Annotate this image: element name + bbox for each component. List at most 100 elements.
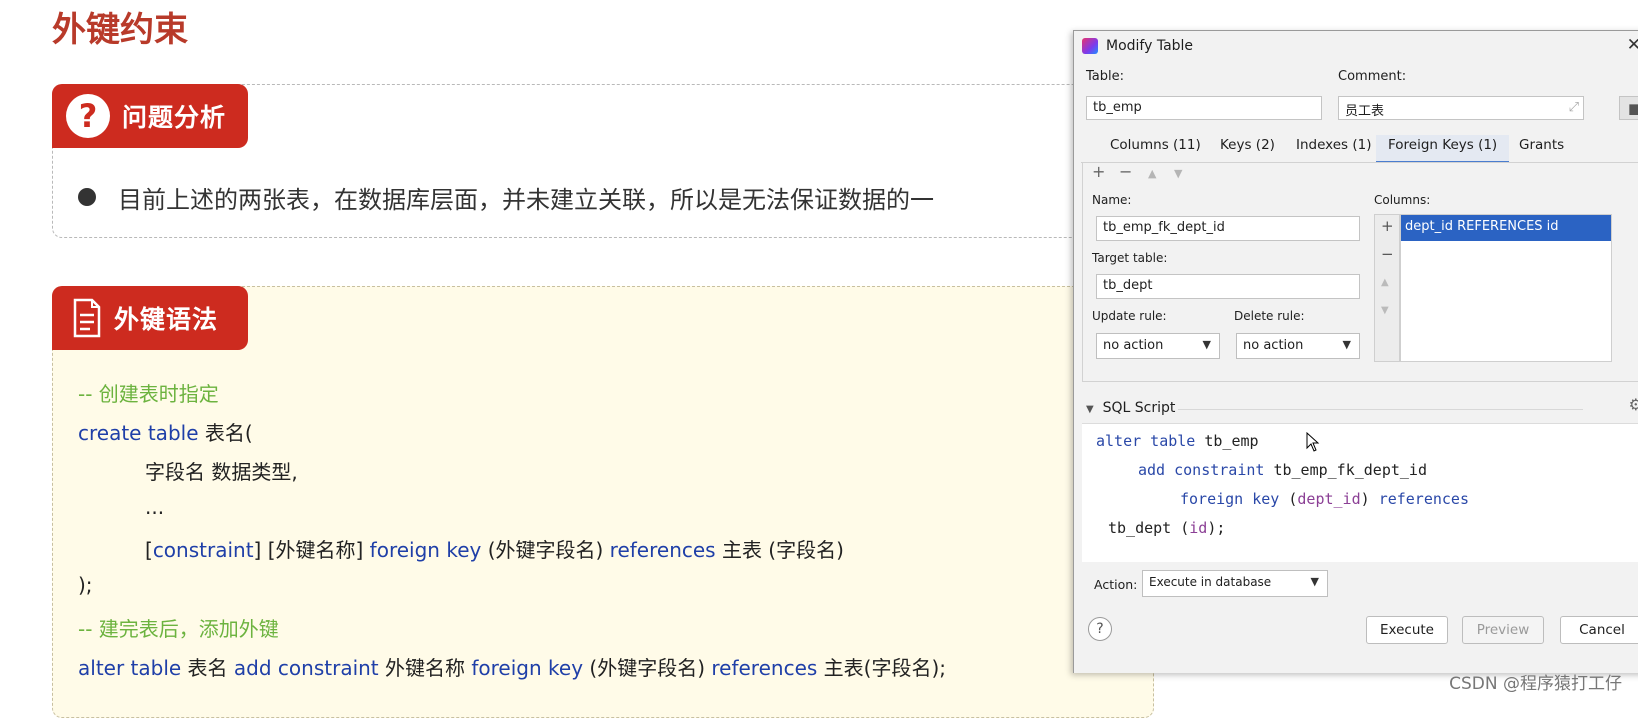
add-column-icon[interactable]: + — [1381, 217, 1394, 235]
code-text: [ — [145, 538, 153, 562]
code-text: ] [外键名称] — [253, 538, 370, 562]
sql-keyword: references — [1378, 490, 1469, 508]
move-down-icon[interactable]: ▼ — [1174, 167, 1182, 180]
sql-editor[interactable]: alter table tb_emp add constraint tb_emp… — [1082, 423, 1638, 562]
sql-keyword: alter table — [1096, 432, 1196, 450]
columns-toolbar: + − ▲ ▼ — [1374, 214, 1400, 362]
page-title: 外键约束 — [52, 10, 188, 50]
question-icon: ? — [66, 94, 110, 138]
code-text: 主表 (字段名) — [715, 538, 844, 562]
sql-keyword: add constraint — [1138, 461, 1265, 479]
sql-script-title: SQL Script — [1102, 400, 1176, 416]
target-table-field[interactable]: tb_dept — [1096, 274, 1360, 299]
code-keyword: references — [609, 538, 716, 562]
code-line-6: alter table 表名 add constraint 外键名称 forei… — [78, 652, 946, 681]
problem-text: 目前上述的两张表，在数据库层面，并未建立关联，所以是无法保证数据的一 — [118, 186, 934, 214]
code-line-1: create table 表名( — [78, 417, 253, 446]
tab-foreign-keys[interactable]: Foreign Keys (1) — [1376, 135, 1510, 164]
code-text: 表名( — [198, 421, 253, 445]
columns-label: Columns: — [1374, 193, 1431, 207]
sql-text: tb_emp_fk_dept_id — [1264, 461, 1427, 479]
move-down-icon[interactable]: ▼ — [1381, 305, 1389, 316]
code-keyword: alter table — [78, 656, 182, 680]
code-keyword: foreign key — [369, 538, 482, 562]
gear-icon[interactable]: ⚙ — [1629, 395, 1638, 414]
fk-name-field[interactable]: tb_emp_fk_dept_id — [1096, 216, 1360, 241]
expand-icon[interactable]: ⤢ — [1569, 100, 1579, 115]
delete-rule-select[interactable]: no action ▼ — [1236, 333, 1360, 359]
name-label: Name: — [1092, 193, 1132, 207]
modify-table-dialog: Modify Table ✕ Table: tb_emp Comment: 员工… — [1073, 30, 1638, 673]
action-label: Action: — [1094, 577, 1138, 592]
code-line-2: 字段名 数据类型, — [145, 460, 298, 484]
syntax-label: 外键语法 — [114, 305, 219, 334]
problem-label: 问题分析 — [122, 103, 227, 132]
sql-text: ); — [1207, 519, 1226, 537]
code-keyword: constraint — [152, 538, 254, 562]
remove-icon[interactable]: − — [1119, 162, 1132, 181]
document-icon — [73, 298, 101, 338]
update-rule-select[interactable]: no action ▼ — [1096, 333, 1220, 359]
chevron-down-icon: ▼ — [1310, 575, 1319, 588]
tab-grants[interactable]: Grants — [1517, 135, 1566, 161]
code-comment-2: -- 建完表后，添加外键 — [78, 617, 279, 641]
sql-text: tb_dept ( — [1108, 519, 1190, 537]
code-text: (外键字段名) — [583, 656, 712, 680]
close-icon[interactable]: ✕ — [1627, 35, 1638, 55]
comment-field[interactable]: 员工表 ⤢ — [1338, 96, 1584, 120]
code-line-5: ); — [78, 573, 93, 597]
cancel-button[interactable]: Cancel — [1560, 616, 1638, 644]
sql-line-2: add constraint tb_emp_fk_dept_id — [1138, 461, 1427, 479]
remove-column-icon[interactable]: − — [1381, 245, 1394, 263]
update-rule-label: Update rule: — [1092, 309, 1167, 323]
comment-value: 员工表 — [1345, 104, 1385, 119]
app-icon — [1082, 38, 1098, 54]
execute-button[interactable]: Execute — [1366, 616, 1448, 644]
sql-param: id — [1189, 519, 1208, 537]
delete-rule-value: no action — [1243, 338, 1304, 353]
preview-button[interactable]: Preview — [1462, 616, 1544, 644]
move-up-icon[interactable]: ▲ — [1148, 167, 1156, 180]
tab-indexes[interactable]: Indexes (1) — [1294, 135, 1374, 161]
code-text: (外键字段名) — [481, 538, 610, 562]
bullet-icon — [78, 188, 96, 206]
move-up-icon[interactable]: ▲ — [1381, 277, 1389, 288]
tab-keys[interactable]: Keys (2) — [1218, 135, 1277, 161]
code-line-3: ... — [145, 495, 165, 519]
table-name-field[interactable]: tb_emp — [1086, 96, 1322, 120]
problem-badge: ? 问题分析 — [52, 84, 248, 148]
code-line-4: [constraint] [外键名称] foreign key (外键字段名) … — [145, 534, 844, 563]
code-text: 表名 — [181, 656, 234, 680]
delete-rule-label: Delete rule: — [1234, 309, 1305, 323]
sql-param: dept_id — [1297, 490, 1361, 508]
code-keyword: create table — [78, 421, 199, 445]
tab-columns[interactable]: Columns (11) — [1108, 135, 1203, 161]
list-item[interactable]: dept_id REFERENCES id — [1401, 215, 1611, 241]
sql-text: tb_emp — [1195, 432, 1259, 450]
sql-script-header[interactable]: ▼ SQL Script — [1086, 400, 1175, 416]
sql-text: ) — [1360, 490, 1379, 508]
sql-line-3: foreign key (dept_id) references — [1180, 490, 1469, 508]
chevron-down-icon: ▼ — [1342, 338, 1351, 351]
sql-line-4: tb_dept (id); — [1108, 519, 1225, 537]
code-comment-1: -- 创建表时指定 — [78, 382, 219, 406]
add-icon[interactable]: + — [1092, 162, 1105, 181]
divider — [1178, 409, 1583, 410]
update-rule-value: no action — [1103, 338, 1164, 353]
sql-line-1: alter table tb_emp — [1096, 432, 1259, 450]
chevron-down-icon: ▼ — [1202, 338, 1211, 351]
dialog-titlebar[interactable]: Modify Table ✕ — [1074, 31, 1638, 63]
target-table-label: Target table: — [1092, 251, 1168, 265]
sql-text: ( — [1279, 490, 1298, 508]
help-button[interactable]: ? — [1088, 617, 1112, 641]
chevron-down-icon: ▼ — [1086, 404, 1094, 415]
table-label: Table: — [1086, 69, 1124, 84]
code-keyword: foreign key — [471, 656, 584, 680]
action-select[interactable]: Execute in database ▼ — [1142, 570, 1328, 597]
code-text: 外键名称 — [378, 656, 472, 680]
comment-edit-button[interactable]: ▆ — [1619, 96, 1638, 120]
columns-list: dept_id REFERENCES id — [1400, 214, 1612, 362]
sql-keyword: foreign key — [1180, 490, 1280, 508]
code-text: 主表(字段名); — [817, 656, 946, 680]
watermark: CSDN @程序猿打工仔 — [1449, 674, 1622, 694]
